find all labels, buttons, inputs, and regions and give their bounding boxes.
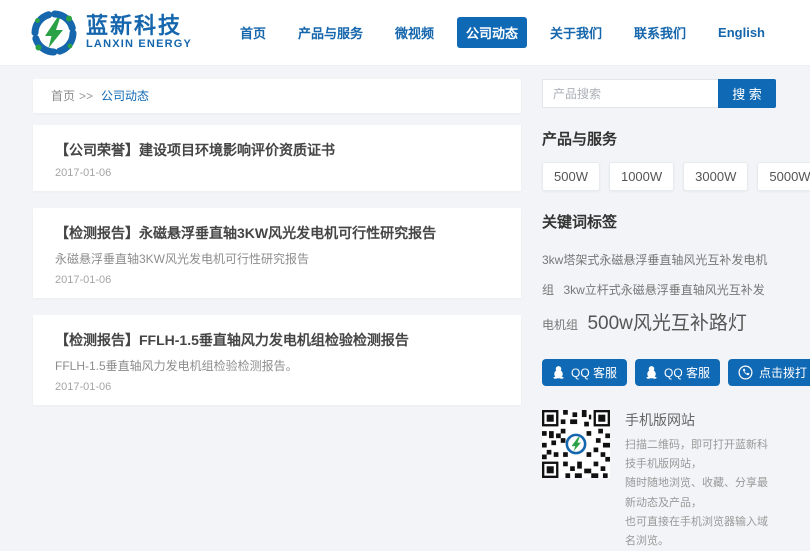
breadcrumb-home[interactable]: 首页	[51, 89, 75, 103]
qq-service-button-2[interactable]: QQ 客服	[635, 359, 720, 386]
call-label: 点击拨打	[759, 364, 807, 381]
main-nav: 首页 产品与服务 微视频 公司动态 关于我们 联系我们 English	[231, 17, 774, 48]
nav-item-home[interactable]: 首页	[231, 17, 275, 48]
nav-item-products[interactable]: 产品与服务	[289, 17, 372, 48]
keyword-tag-large[interactable]: 500w风光互补路灯	[587, 313, 746, 334]
brand-name-en: LANXIN ENERGY	[86, 39, 192, 51]
mobile-site-line: 随时随地浏览、收藏、分享最新动态及产品，	[625, 474, 776, 513]
news-item-summary: 永磁悬浮垂直轴3KW风光发电机可行性研究报告	[55, 250, 499, 267]
mobile-site-line: 扫描二维码，即可打开蓝新科技手机版网站，	[625, 436, 776, 475]
mobile-site-title: 手机版网站	[625, 410, 776, 430]
qq-penguin-icon	[645, 365, 658, 379]
news-item-title[interactable]: 【检测报告】永磁悬浮垂直轴3KW风光发电机可行性研究报告	[55, 223, 499, 243]
nav-item-news[interactable]: 公司动态	[457, 17, 527, 48]
product-search: 搜 索	[542, 79, 776, 108]
main-column: 首页 >> 公司动态 【公司荣誉】建设项目环境影响评价资质证书 2017-01-06…	[33, 79, 521, 551]
news-item-3[interactable]: 【检测报告】FFLH-1.5垂直轴风力发电机组检验检测报告 FFLH-1.5垂直…	[33, 315, 521, 405]
search-input[interactable]	[542, 79, 718, 108]
news-item-date: 2017-01-06	[55, 167, 499, 179]
news-item-date: 2017-01-06	[55, 381, 499, 393]
mobile-site-box: 手机版网站 扫描二维码，即可打开蓝新科技手机版网站， 随时随地浏览、收藏、分享最…	[542, 410, 776, 551]
qq-penguin-icon	[552, 365, 565, 379]
search-button[interactable]: 搜 索	[718, 79, 776, 108]
nav-item-contact[interactable]: 联系我们	[625, 17, 695, 48]
product-filters: 500W 1000W 3000W 5000W	[542, 162, 776, 191]
news-item-1[interactable]: 【公司荣誉】建设项目环境影响评价资质证书 2017-01-06	[33, 125, 521, 191]
news-item-date: 2017-01-06	[55, 274, 499, 286]
mobile-site-text: 手机版网站 扫描二维码，即可打开蓝新科技手机版网站， 随时随地浏览、收藏、分享最…	[625, 410, 776, 551]
sidebar: 搜 索 产品与服务 500W 1000W 3000W 5000W 关键词标签 3…	[542, 79, 776, 551]
nav-item-english[interactable]: English	[709, 19, 774, 46]
header: 蓝新科技 LANXIN ENERGY 首页 产品与服务 微视频 公司动态 关于我…	[0, 0, 810, 66]
product-3000w-button[interactable]: 3000W	[683, 162, 748, 191]
brand-text: 蓝新科技 LANXIN ENERGY	[86, 14, 192, 51]
qq-service-label: QQ 客服	[571, 364, 617, 381]
breadcrumb: 首页 >> 公司动态	[33, 79, 521, 113]
lanxin-logo-icon	[30, 9, 78, 57]
keywords-heading: 关键词标签	[542, 211, 776, 232]
product-5000w-button[interactable]: 5000W	[757, 162, 810, 191]
nav-item-about[interactable]: 关于我们	[541, 17, 611, 48]
product-1000w-button[interactable]: 1000W	[609, 162, 674, 191]
news-item-title[interactable]: 【检测报告】FFLH-1.5垂直轴风力发电机组检验检测报告	[55, 330, 499, 350]
news-item-title[interactable]: 【公司荣誉】建设项目环境影响评价资质证书	[55, 140, 499, 160]
keyword-tags: 3kw塔架式永磁悬浮垂直轴风光互补发电机组 3kw立杆式永磁悬浮垂直轴风光互补发…	[542, 245, 776, 342]
qq-service-label: QQ 客服	[664, 364, 710, 381]
news-item-2[interactable]: 【检测报告】永磁悬浮垂直轴3KW风光发电机可行性研究报告 永磁悬浮垂直轴3KW风…	[33, 208, 521, 298]
qr-code	[542, 410, 610, 478]
page: 蓝新科技 LANXIN ENERGY 首页 产品与服务 微视频 公司动态 关于我…	[0, 0, 810, 416]
products-heading: 产品与服务	[542, 128, 776, 149]
qq-service-button-1[interactable]: QQ 客服	[542, 359, 627, 386]
breadcrumb-separator: >>	[79, 89, 93, 103]
nav-item-videos[interactable]: 微视频	[386, 17, 443, 48]
content: 首页 >> 公司动态 【公司荣誉】建设项目环境影响评价资质证书 2017-01-06…	[0, 66, 810, 551]
mobile-site-line: 也可直接在手机浏览器输入域名浏览。	[625, 513, 776, 551]
product-500w-button[interactable]: 500W	[542, 162, 600, 191]
call-button[interactable]: 点击拨打	[728, 359, 810, 386]
news-item-summary: FFLH-1.5垂直轴风力发电机组检验检测报告。	[55, 357, 499, 374]
phone-icon	[738, 365, 753, 380]
brand-logo[interactable]: 蓝新科技 LANXIN ENERGY	[30, 9, 192, 57]
brand-name-cn: 蓝新科技	[86, 14, 192, 37]
breadcrumb-current[interactable]: 公司动态	[101, 89, 149, 103]
contact-buttons: QQ 客服 QQ 客服 点击拨打	[542, 359, 776, 386]
